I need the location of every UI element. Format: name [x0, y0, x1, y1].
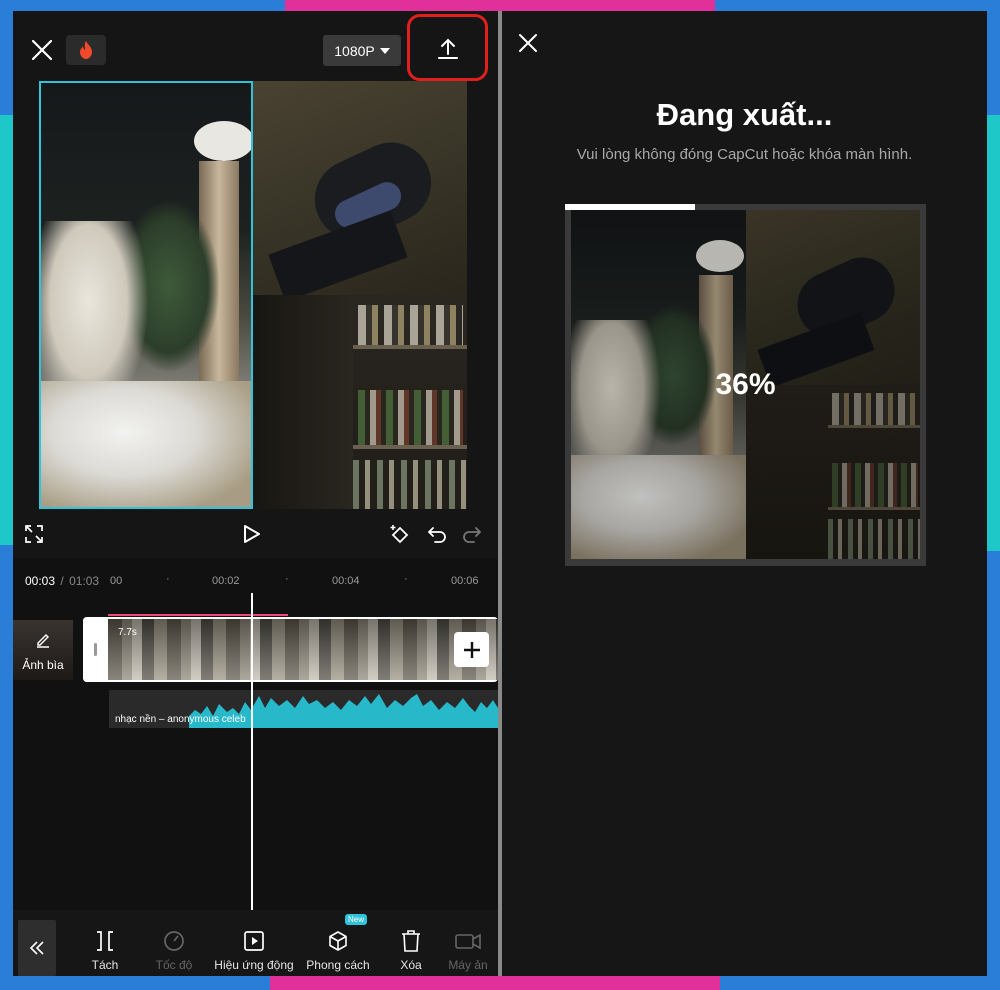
- ruler-tick-label: 00:06: [451, 575, 479, 587]
- tool-label: Máy ản: [448, 958, 488, 972]
- ruler-tick-label: 00:02: [212, 575, 240, 587]
- export-subtitle: Vui lòng không đóng CapCut hoặc khóa màn…: [576, 146, 913, 163]
- video-preview[interactable]: [39, 81, 467, 509]
- ruler-tick-label: 00: [110, 575, 123, 587]
- frame-band-right-teal: [987, 115, 1000, 551]
- cover-label: Ảnh bìa: [22, 658, 64, 672]
- export-preview-frame: 36%: [565, 204, 926, 566]
- ruler-tick-dot: ·: [166, 573, 170, 585]
- tool-speed[interactable]: Tốc độ: [134, 924, 214, 976]
- ruler-tick-label: 00:04: [332, 575, 360, 587]
- new-badge: New: [345, 914, 368, 925]
- undo-icon: [427, 527, 446, 543]
- audio-label: nhạc nền – anonymous celeb: [115, 714, 246, 725]
- tool-label: Tách: [91, 958, 119, 972]
- resolution-dropdown[interactable]: 1080P: [323, 35, 401, 66]
- collapse-toolbar-button[interactable]: [18, 920, 56, 976]
- playhead-line[interactable]: [251, 593, 253, 910]
- split-icon: [97, 931, 113, 951]
- video-clip-track[interactable]: 7.7s: [83, 617, 498, 682]
- clip-left-handle[interactable]: [83, 617, 108, 682]
- export-panel: Đang xuất... Vui lòng không đóng CapCut …: [502, 11, 987, 976]
- tool-label: Phong cách: [306, 958, 370, 972]
- close-export-button[interactable]: [514, 29, 542, 57]
- preview-clip-legs: [253, 81, 467, 295]
- bottom-toolbar: Tách Tốc độ Hiệu ứng động Phong cách New…: [13, 910, 498, 976]
- frame-band-bottom-pink: [270, 976, 720, 990]
- speed-icon: [164, 931, 184, 951]
- fullscreen-button[interactable]: [21, 521, 47, 547]
- time-total: 01:03: [69, 574, 100, 588]
- tool-style[interactable]: Phong cách New: [298, 914, 378, 976]
- caret-down-icon: [379, 47, 390, 54]
- export-title: Đang xuất...: [656, 97, 833, 132]
- tool-label: Xóa: [400, 958, 422, 972]
- undo-button[interactable]: [423, 520, 451, 548]
- timeline-area: 00:03 / 01:03 00 · 00:02 · 00:04 · 00:06…: [13, 558, 498, 910]
- fullscreen-icon: [25, 525, 43, 543]
- style-icon: [329, 931, 347, 951]
- time-separator: /: [60, 574, 64, 588]
- flame-icon: [80, 41, 92, 59]
- edit-icon: [37, 634, 49, 648]
- redo-button[interactable]: [458, 520, 486, 548]
- play-icon: [244, 525, 260, 543]
- animation-icon: [244, 931, 264, 951]
- preview-clip-bar-shelf: [253, 295, 467, 509]
- close-icon: [519, 34, 537, 52]
- clip-duration: 7.7s: [118, 627, 137, 638]
- camera-icon: [455, 933, 481, 950]
- tool-animation[interactable]: Hiệu ứng động: [214, 924, 294, 976]
- time-readout: 00:03 / 01:03: [25, 574, 99, 588]
- keyframe-button[interactable]: [386, 520, 414, 548]
- redo-icon: [463, 527, 482, 543]
- selected-clip-outline: [39, 81, 253, 509]
- plus-icon: [463, 641, 480, 658]
- resolution-label: 1080P: [334, 42, 375, 59]
- frame-band-left-teal: [0, 115, 13, 545]
- export-button[interactable]: [427, 33, 469, 65]
- ruler-tick-dot: ·: [404, 573, 408, 585]
- tool-label: Hiệu ứng động: [214, 958, 294, 972]
- playhead-marker-bar: [108, 614, 288, 616]
- double-chevron-left-icon: [29, 941, 44, 955]
- audio-track[interactable]: nhạc nền – anonymous celeb: [109, 690, 498, 728]
- add-clip-button[interactable]: [454, 632, 489, 667]
- keyframe-icon: [390, 525, 409, 544]
- time-current: 00:03: [25, 574, 56, 588]
- delete-icon: [402, 930, 420, 952]
- play-button[interactable]: [237, 520, 267, 548]
- clip-thumbnails: [108, 619, 498, 680]
- export-progress-percent: 36%: [715, 368, 776, 401]
- editor-panel: 1080P 00:03 / 01:03 00 · 00:02 · 00:04 ·…: [13, 11, 498, 976]
- close-icon: [31, 39, 53, 61]
- tool-label: Tốc độ: [155, 958, 193, 972]
- trending-button[interactable]: [66, 35, 106, 65]
- tool-split[interactable]: Tách: [65, 924, 145, 976]
- frame-band-top-pink: [285, 0, 715, 11]
- ruler-tick-dot: ·: [285, 573, 289, 585]
- cover-button[interactable]: Ảnh bìa: [13, 620, 73, 680]
- export-preview-image: 36%: [571, 210, 920, 559]
- upload-icon: [438, 38, 458, 59]
- tool-camera[interactable]: Máy ản: [438, 924, 498, 976]
- close-editor-button[interactable]: [27, 35, 57, 65]
